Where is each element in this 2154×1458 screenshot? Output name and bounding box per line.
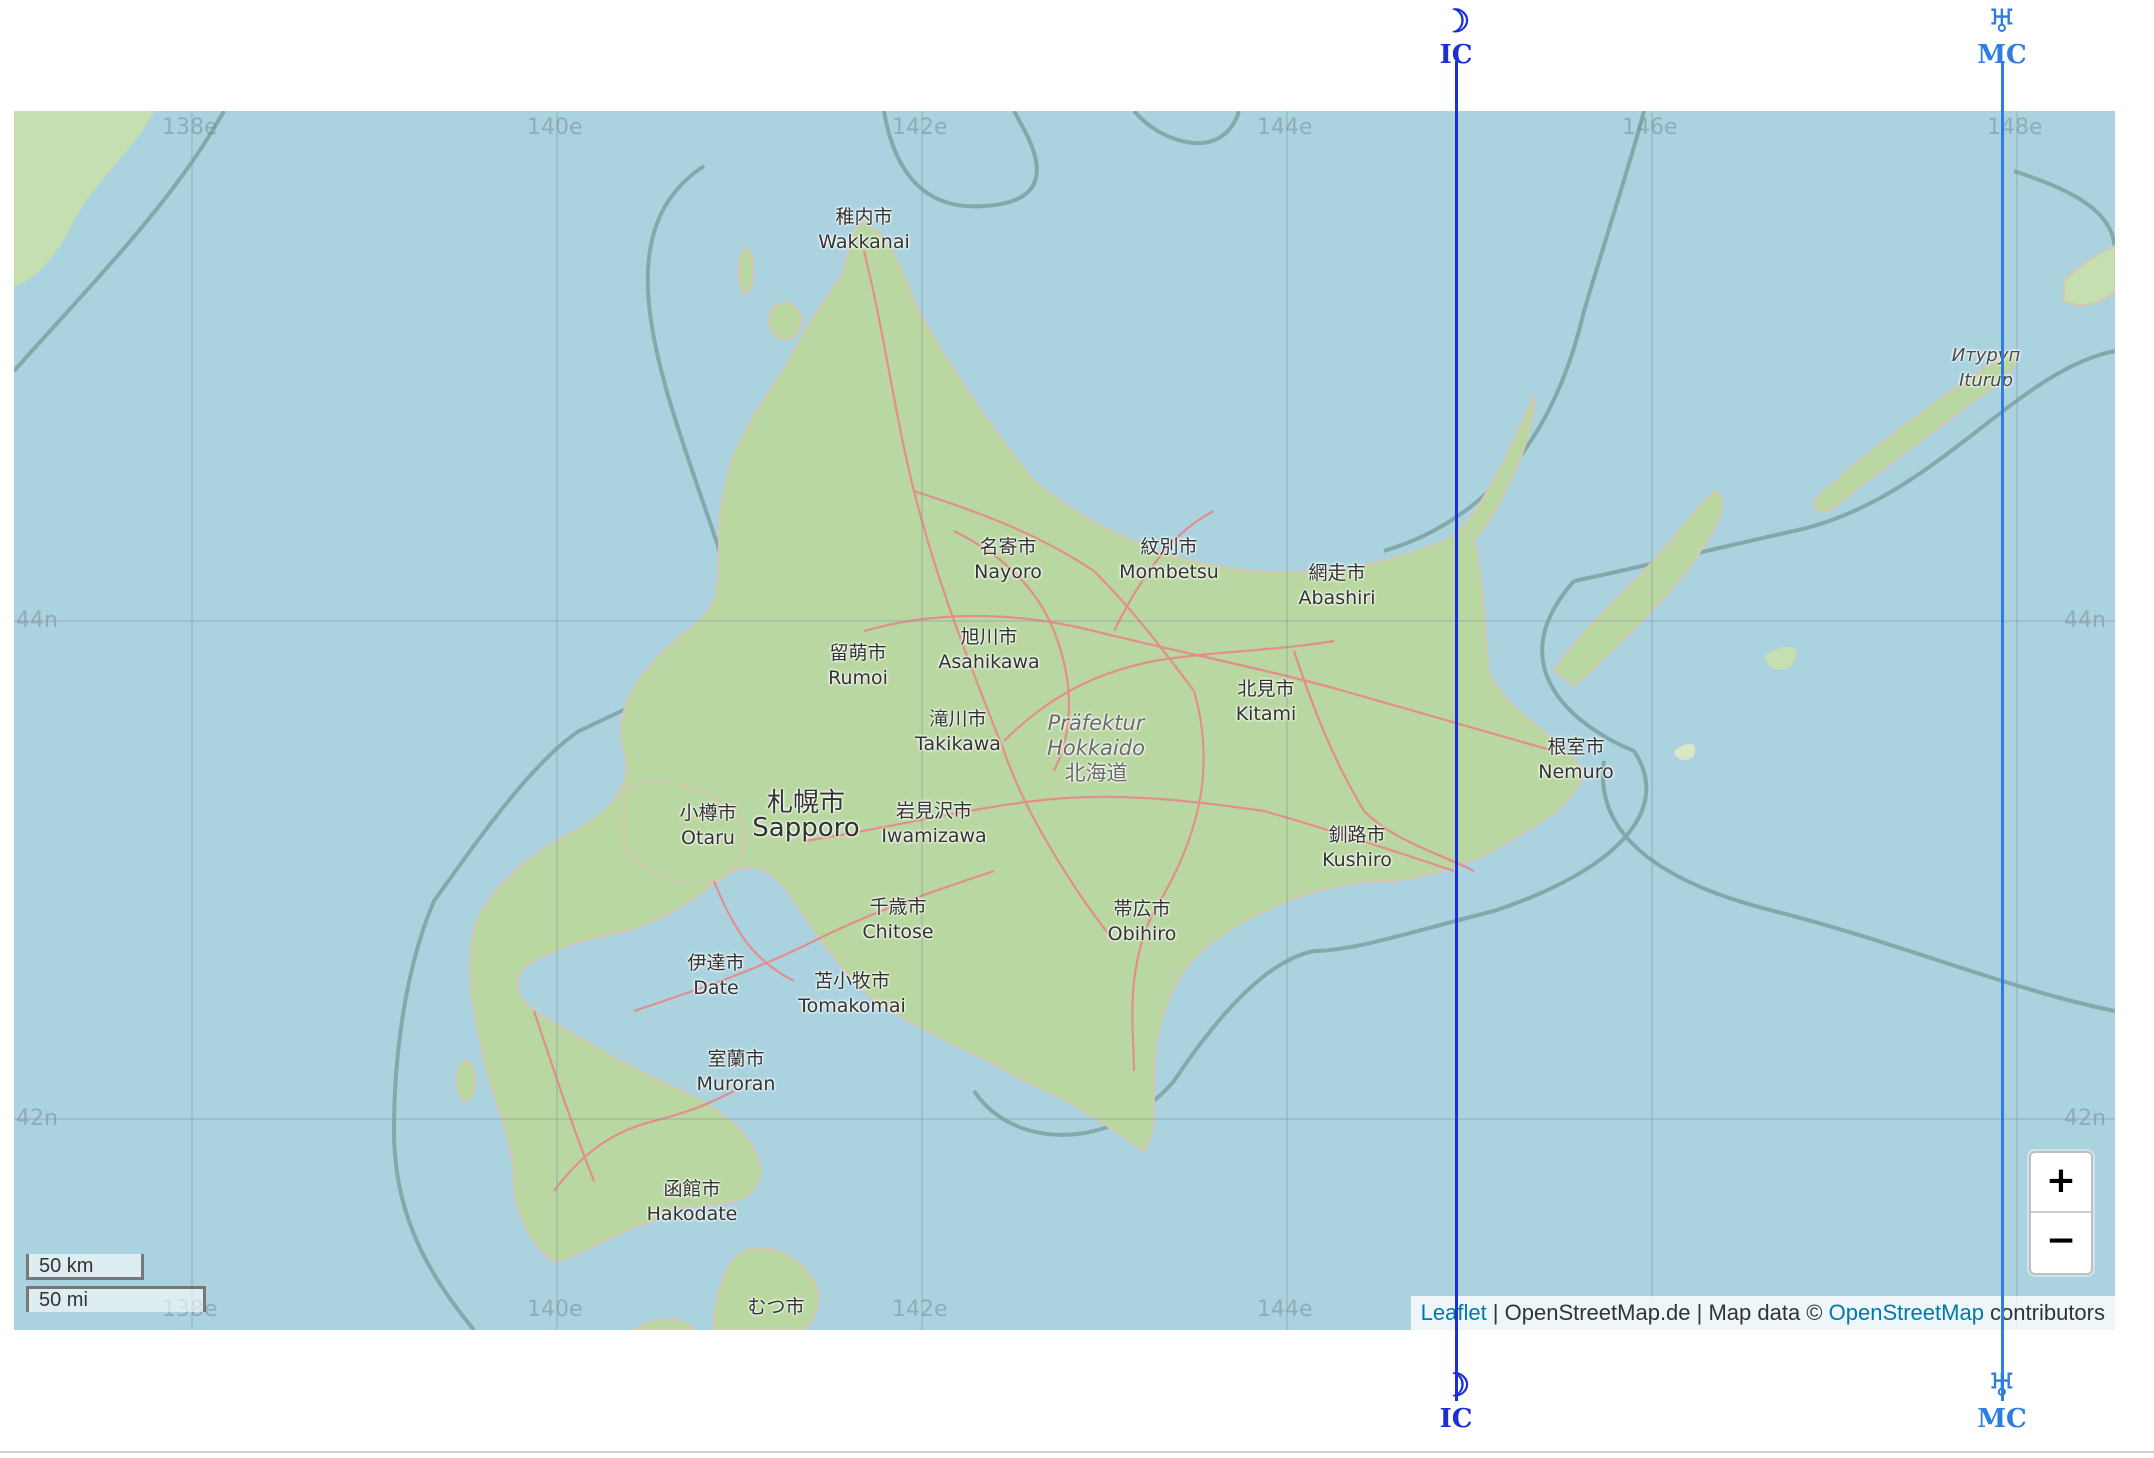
city-label[interactable]: 北見市 Kitami bbox=[1236, 677, 1297, 727]
grid-label-lon: 144e bbox=[1257, 115, 1313, 140]
ic-text: IC bbox=[1439, 40, 1473, 70]
city-label[interactable]: 滝川市 Takikawa bbox=[915, 707, 1001, 757]
bottom-divider bbox=[0, 1451, 2154, 1453]
zoom-control: + − bbox=[2029, 1151, 2093, 1275]
leaflet-link[interactable]: Leaflet bbox=[1421, 1300, 1487, 1325]
city-label[interactable]: 小樽市 Otaru bbox=[679, 801, 736, 851]
mc-line[interactable] bbox=[2001, 61, 2004, 1401]
hokkaido-landmass bbox=[468, 219, 1586, 1263]
grid-label-lon: 142e bbox=[892, 115, 948, 140]
zoom-in-button[interactable]: + bbox=[2031, 1153, 2091, 1211]
moon-icon: ☽ bbox=[1441, 1366, 1471, 1404]
sakhalin-landmass bbox=[14, 111, 154, 286]
osm-link[interactable]: OpenStreetMap bbox=[1829, 1300, 1984, 1325]
urup-island bbox=[2063, 244, 2115, 307]
city-label[interactable]: むつ市 bbox=[747, 1295, 804, 1320]
island-label-ru: Итуруп bbox=[1951, 345, 2021, 366]
mc-text: MC bbox=[1977, 1404, 2027, 1434]
region-label-hokkaido: Präfektur Hokkaido 北海道 bbox=[1047, 711, 1145, 786]
city-label[interactable]: 名寄市 Nayoro bbox=[974, 535, 1042, 585]
city-label[interactable]: 伊達市 Date bbox=[687, 951, 744, 1001]
rishiri-island bbox=[768, 302, 802, 340]
ic-text: IC bbox=[1439, 1404, 1473, 1434]
city-label[interactable]: 紋別市 Mombetsu bbox=[1119, 535, 1219, 585]
uranus-icon: ♅ bbox=[1987, 1366, 2017, 1404]
region-label-ja: 北海道 bbox=[1064, 761, 1128, 785]
city-label[interactable]: 留萌市 Rumoi bbox=[828, 641, 888, 691]
zoom-out-button[interactable]: − bbox=[2031, 1211, 2091, 1271]
okushiri-island bbox=[456, 1060, 476, 1102]
city-label[interactable]: 旭川市 Asahikawa bbox=[938, 625, 1039, 675]
grid-label-lat: 44n bbox=[2064, 608, 2106, 633]
ic-line[interactable] bbox=[1455, 61, 1458, 1401]
grid-label-lon: 140e bbox=[527, 115, 583, 140]
scale-bar-km: 50 km bbox=[26, 1254, 144, 1280]
tsugaru-land bbox=[632, 1318, 696, 1330]
attribution-text: | OpenStreetMap.de | Map data © bbox=[1486, 1300, 1829, 1325]
grid-label-lon: 140e bbox=[527, 1297, 583, 1322]
city-label[interactable]: 根室市 Nemuro bbox=[1538, 735, 1613, 785]
grid-label-lat: 42n bbox=[16, 1106, 58, 1131]
city-label[interactable]: 室蘭市 Muroran bbox=[697, 1047, 776, 1097]
ic-label-bottom[interactable]: ☽ IC bbox=[1440, 1368, 1473, 1436]
grid-label-lon: 138e bbox=[162, 115, 218, 140]
shikotan-island bbox=[1764, 646, 1797, 671]
grid-label-lon: 142e bbox=[892, 1297, 948, 1322]
habomai-island bbox=[1674, 743, 1696, 761]
map-attribution: Leaflet | OpenStreetMap.de | Map data © … bbox=[1410, 1296, 2115, 1330]
mc-text: MC bbox=[1977, 40, 2027, 70]
rebun-island bbox=[738, 248, 754, 294]
island-label-iturup: Итуруп Iturup bbox=[1952, 343, 2020, 393]
grid-label-lon: 146e bbox=[1622, 115, 1678, 140]
city-label[interactable]: 苫小牧市 Tomakomai bbox=[798, 969, 906, 1019]
city-label[interactable]: 千歳市 Chitose bbox=[862, 895, 933, 945]
scale-bar-mi: 50 mi bbox=[26, 1286, 206, 1312]
grid-label-lon: 148e bbox=[1987, 115, 2043, 140]
moon-icon: ☽ bbox=[1441, 2, 1471, 40]
region-label-de: Präfektur bbox=[1047, 711, 1145, 735]
map-page: 138e 140e 142e 144e 146e 148e 138e 140e … bbox=[0, 0, 2154, 1458]
city-label[interactable]: 稚内市 Wakkanai bbox=[818, 205, 910, 255]
mc-label-bottom[interactable]: ♅ MC bbox=[1977, 1368, 2026, 1436]
grid-label-lat: 44n bbox=[16, 608, 58, 633]
city-label[interactable]: 岩見沢市 Iwamizawa bbox=[881, 799, 986, 849]
map-viewport[interactable]: 138e 140e 142e 144e 146e 148e 138e 140e … bbox=[14, 111, 2115, 1330]
grid-label-lon: 144e bbox=[1257, 1297, 1313, 1322]
region-label-de2: Hokkaido bbox=[1047, 736, 1145, 760]
grid-label-lat: 42n bbox=[2064, 1106, 2106, 1131]
island-label-en: Iturup bbox=[1958, 370, 2014, 391]
ic-label-top[interactable]: ☽ IC bbox=[1440, 4, 1473, 72]
city-label[interactable]: 函館市 Hakodate bbox=[647, 1177, 738, 1227]
city-label[interactable]: 帯広市 Obihiro bbox=[1108, 897, 1177, 947]
kunashir-island bbox=[1552, 489, 1724, 688]
mc-label-top[interactable]: ♅ MC bbox=[1977, 4, 2026, 72]
city-label[interactable]: 網走市 Abashiri bbox=[1298, 561, 1375, 611]
uranus-icon: ♅ bbox=[1987, 2, 2017, 40]
city-label[interactable]: 札幌市 Sapporo bbox=[752, 790, 859, 841]
city-label[interactable]: 釧路市 Kushiro bbox=[1322, 823, 1392, 873]
